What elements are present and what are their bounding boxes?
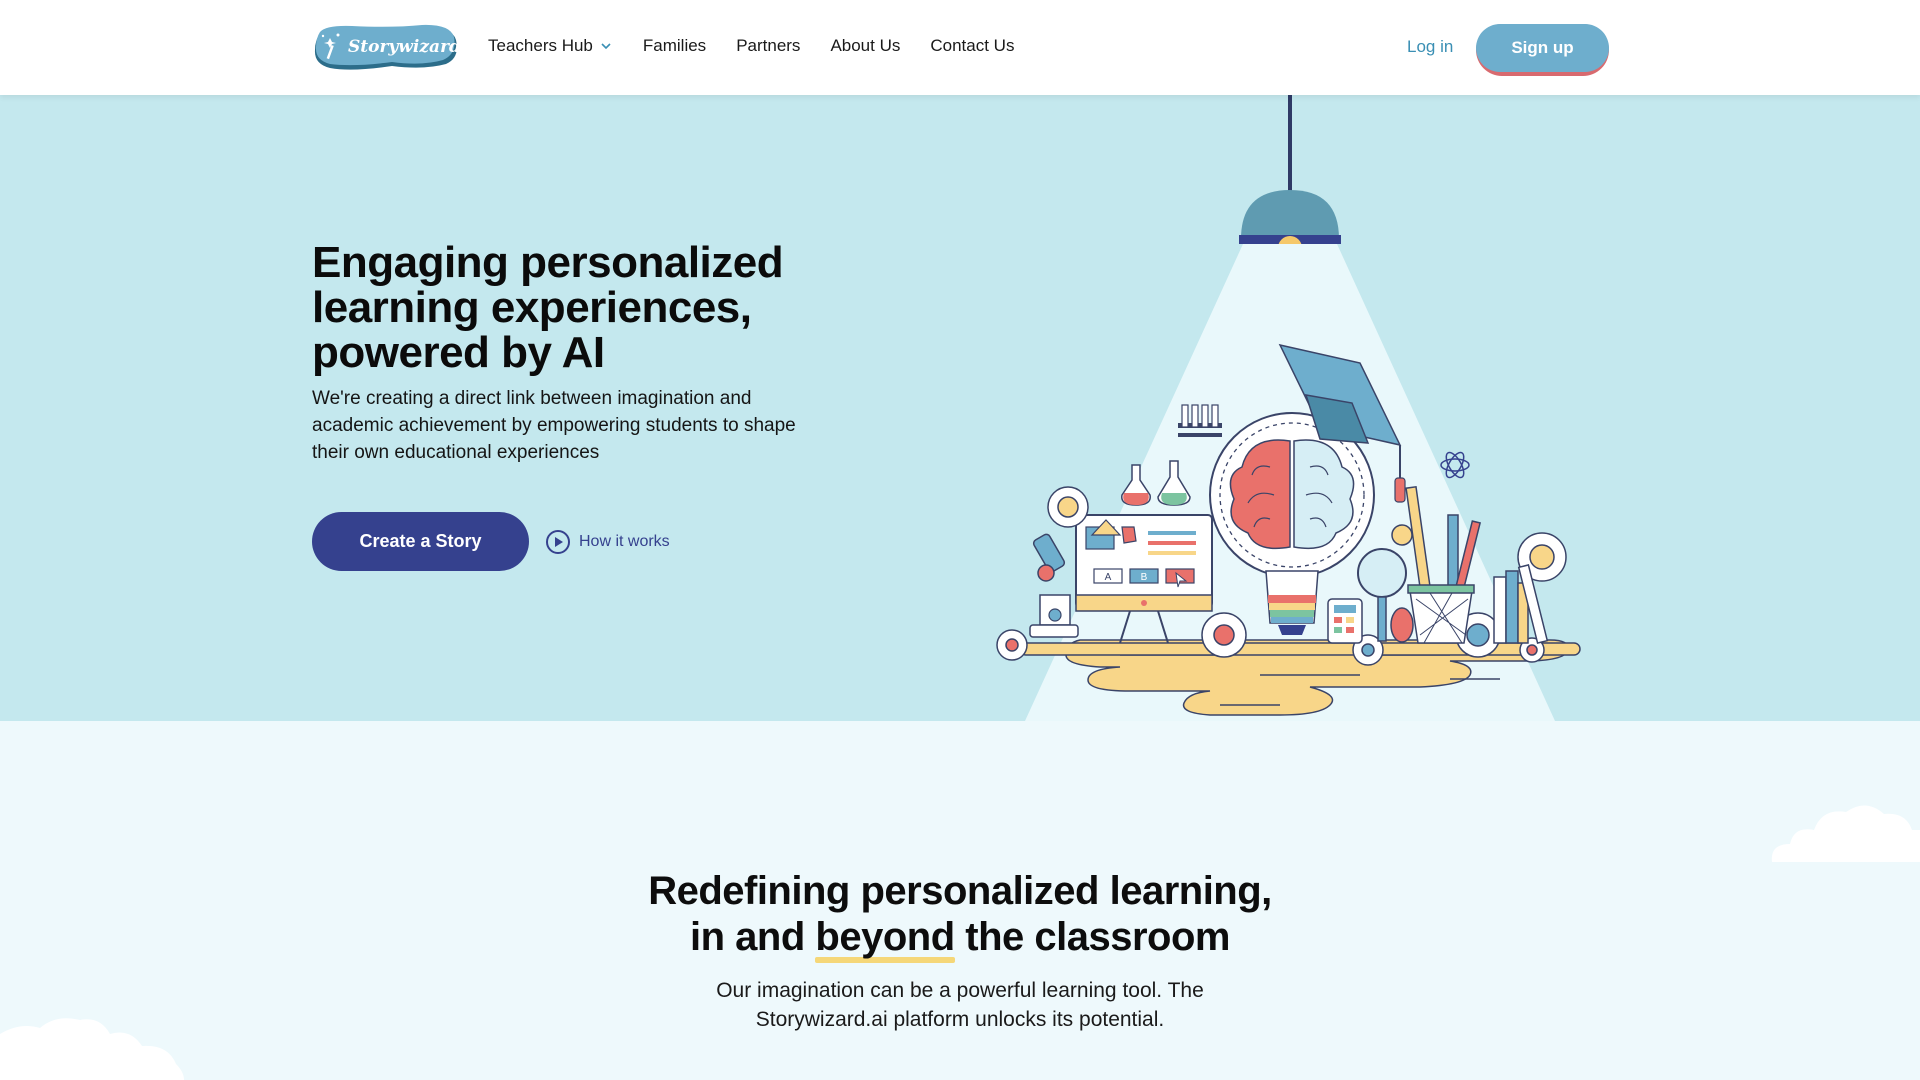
section-title-highlight: beyond: [815, 915, 955, 963]
chevron-down-icon: [601, 43, 611, 50]
how-it-works-link[interactable]: How it works: [545, 529, 670, 555]
nav-families[interactable]: Families: [643, 36, 706, 56]
cloud-left: [0, 1018, 184, 1080]
education-illustration: A B: [996, 95, 1581, 721]
how-it-works-label: How it works: [579, 533, 670, 550]
board-label-b: B: [1141, 572, 1148, 583]
signup-button[interactable]: Sign up: [1476, 24, 1609, 76]
section-subtitle: Our imagination can be a powerful learni…: [716, 979, 1204, 1031]
section-title-line1: Redefining personalized learning,: [648, 869, 1272, 913]
storywizard-logo[interactable]: Storywizard.ai: [312, 24, 484, 72]
atom-icon-decoration: [1440, 451, 1470, 479]
nav-about-us[interactable]: About Us: [830, 36, 900, 56]
hero-title: Engaging personalized learning experienc…: [312, 238, 784, 377]
signup-button-label: Sign up: [1476, 24, 1609, 72]
lamp-shade: [1241, 190, 1339, 239]
calculator: [1327, 598, 1363, 644]
logo-text: Storywizard.ai: [348, 37, 485, 57]
section-title-post: the classroom: [954, 915, 1230, 959]
cloud-right: [1771, 805, 1920, 862]
lamp-cord: [1288, 95, 1292, 193]
board-label-a: A: [1105, 572, 1112, 583]
main-menu: Teachers Hub Families Partners About Us …: [488, 36, 1044, 56]
top-navbar: Storywizard.ai Teachers Hub Families Par…: [0, 0, 1920, 95]
hero-subtitle: We're creating a direct link between ima…: [312, 388, 796, 463]
login-link[interactable]: Log in: [1407, 37, 1453, 57]
section-title: Redefining personalized learning, in and…: [560, 868, 1360, 963]
create-story-button[interactable]: Create a Story: [312, 512, 529, 571]
nav-partners[interactable]: Partners: [736, 36, 800, 56]
nav-contact-us[interactable]: Contact Us: [930, 36, 1014, 56]
section-title-pre: in and: [690, 915, 816, 959]
football: [1390, 607, 1414, 643]
hero-section: Engaging personalized learning experienc…: [0, 95, 1920, 721]
nav-teachers-hub-label: Teachers Hub: [488, 36, 593, 55]
play-circle-icon: [546, 530, 570, 554]
nav-teachers-hub[interactable]: Teachers Hub: [488, 36, 613, 56]
